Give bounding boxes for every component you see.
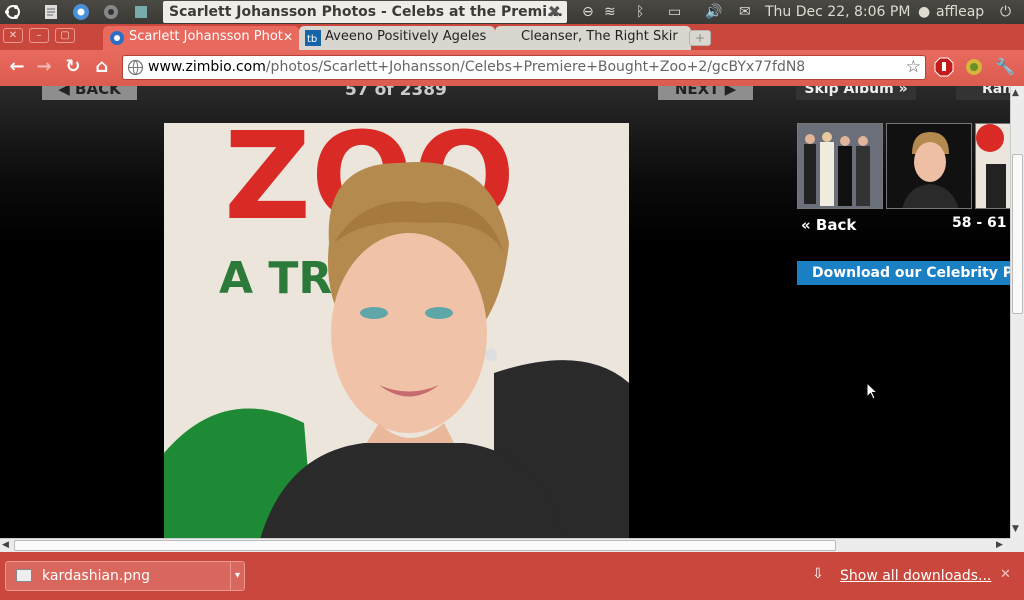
main-photo[interactable]: ZOO A TRU STO [164,123,629,538]
thumbnail-2[interactable] [886,123,972,209]
scrollbar-corner [1010,538,1024,552]
chromium-favicon-icon [110,31,124,45]
thumbnails-range: 58 - 61 [952,215,1007,231]
settings-icon[interactable] [102,3,120,21]
mouse-cursor-icon [866,382,878,400]
browser-toolbar: ← → ↻ ⌂ www.zimbio.com/photos/Scarlett+J… [0,50,1024,86]
clock[interactable]: Thu Dec 22, 8:06 PM [765,0,910,24]
scroll-up-icon[interactable]: ▲ [1012,88,1019,98]
address-bar[interactable]: www.zimbio.com/photos/Scarlett+Johansson… [122,55,926,80]
close-window-button[interactable]: ✕ [3,28,23,43]
url-text: www.zimbio.com/photos/Scarlett+Johansson… [148,59,806,75]
tb-favicon-icon: tb [305,30,321,46]
horizontal-scrollbar[interactable]: ◀ ▶ [0,538,1010,552]
power-indicator-icon[interactable]: ⊖ [582,0,594,24]
new-tab-button[interactable]: + [689,30,711,46]
skip-album-button[interactable]: Skip Album » [796,86,916,100]
thumbnail-image [976,124,1010,208]
thumbnails-back-link[interactable]: « Back [801,216,856,234]
text-editor-icon[interactable] [42,3,60,21]
next-button[interactable]: NEXT ▶ [658,86,753,100]
maximize-window-button[interactable]: ▢ [55,28,75,43]
chevron-down-icon[interactable]: ▾ [230,562,244,590]
adblock-icon[interactable] [934,57,954,77]
tab-close-icon[interactable]: ✕ [283,26,293,48]
tab-aveeno[interactable]: tb Aveeno Positively Ageles [299,26,495,50]
battery-icon[interactable]: ▭ [668,0,681,24]
thumbnail-image [798,124,882,208]
svg-text:tb: tb [307,34,317,45]
window-close-icon[interactable]: ✖ [548,1,561,23]
top-panel: Scarlett Johansson Photos - Celebs at th… [0,0,1024,24]
thumbnail-image [887,124,971,208]
bookmark-star-icon[interactable]: ☆ [906,57,921,77]
celebrity-photo-image: ZOO A TRU STO [164,123,629,538]
scroll-right-icon[interactable]: ▶ [996,540,1003,550]
vertical-scroll-thumb[interactable] [1012,154,1023,314]
extension-icon[interactable] [964,57,984,77]
forward-arrow-icon[interactable]: → [33,56,55,78]
window-title: Scarlett Johansson Photos - Celebs at th… [163,1,567,23]
user-icon: ● [918,4,931,20]
puzzle-icon[interactable] [132,3,150,21]
shutdown-icon[interactable]: ⏻ [1000,0,1011,24]
scroll-left-icon[interactable]: ◀ [2,540,9,550]
volume-icon[interactable]: 🔊 [705,0,722,24]
wrench-menu-icon[interactable]: 🔧 [994,56,1016,78]
image-file-icon [16,569,32,582]
close-shelf-icon[interactable]: ✕ [1000,567,1011,582]
back-arrow-icon[interactable]: ← [6,56,28,78]
horizontal-scroll-thumb[interactable] [14,540,836,551]
download-shelf: kardashian.png ▾ ⇩ Show all downloads...… [0,552,1024,600]
download-banner[interactable]: Download our Celebrity Pictu [797,261,1010,285]
vertical-scrollbar[interactable]: ▲ ▼ [1010,86,1024,538]
photo-counter: 57 of 2389 [345,86,447,100]
globe-icon [127,59,144,76]
download-arrow-icon: ⇩ [812,566,824,582]
show-all-downloads-link[interactable]: Show all downloads... [840,568,991,584]
mail-icon[interactable]: ✉ [739,0,751,24]
chromium-icon[interactable] [72,3,90,21]
scroll-down-icon[interactable]: ▼ [1012,524,1019,534]
minimize-window-button[interactable]: – [29,28,49,43]
tab-cleanser[interactable]: Cleanser, The Right Skir [495,26,691,50]
user-name[interactable]: affleap [936,0,984,24]
thumbnail-3[interactable] [975,123,1010,209]
reload-icon[interactable]: ↻ [62,56,84,78]
random-button[interactable]: Ran [956,86,1010,100]
wifi-icon[interactable]: ≋ [604,0,616,24]
tab-zimbio[interactable]: Scarlett Johansson Phot ✕ [103,26,299,50]
ubuntu-logo-icon[interactable] [4,3,22,21]
thumbnail-1[interactable] [797,123,883,209]
tab-bar: ✕ – ▢ Scarlett Johansson Phot ✕ tb Aveen… [0,24,1024,50]
home-icon[interactable]: ⌂ [91,56,113,78]
page-content: ◀ BACK 57 of 2389 NEXT ▶ Skip Album » Ra… [0,86,1010,538]
back-button[interactable]: ◀ BACK [42,86,137,100]
bluetooth-icon[interactable]: ᛒ [636,0,644,24]
download-item[interactable]: kardashian.png ▾ [5,561,245,591]
